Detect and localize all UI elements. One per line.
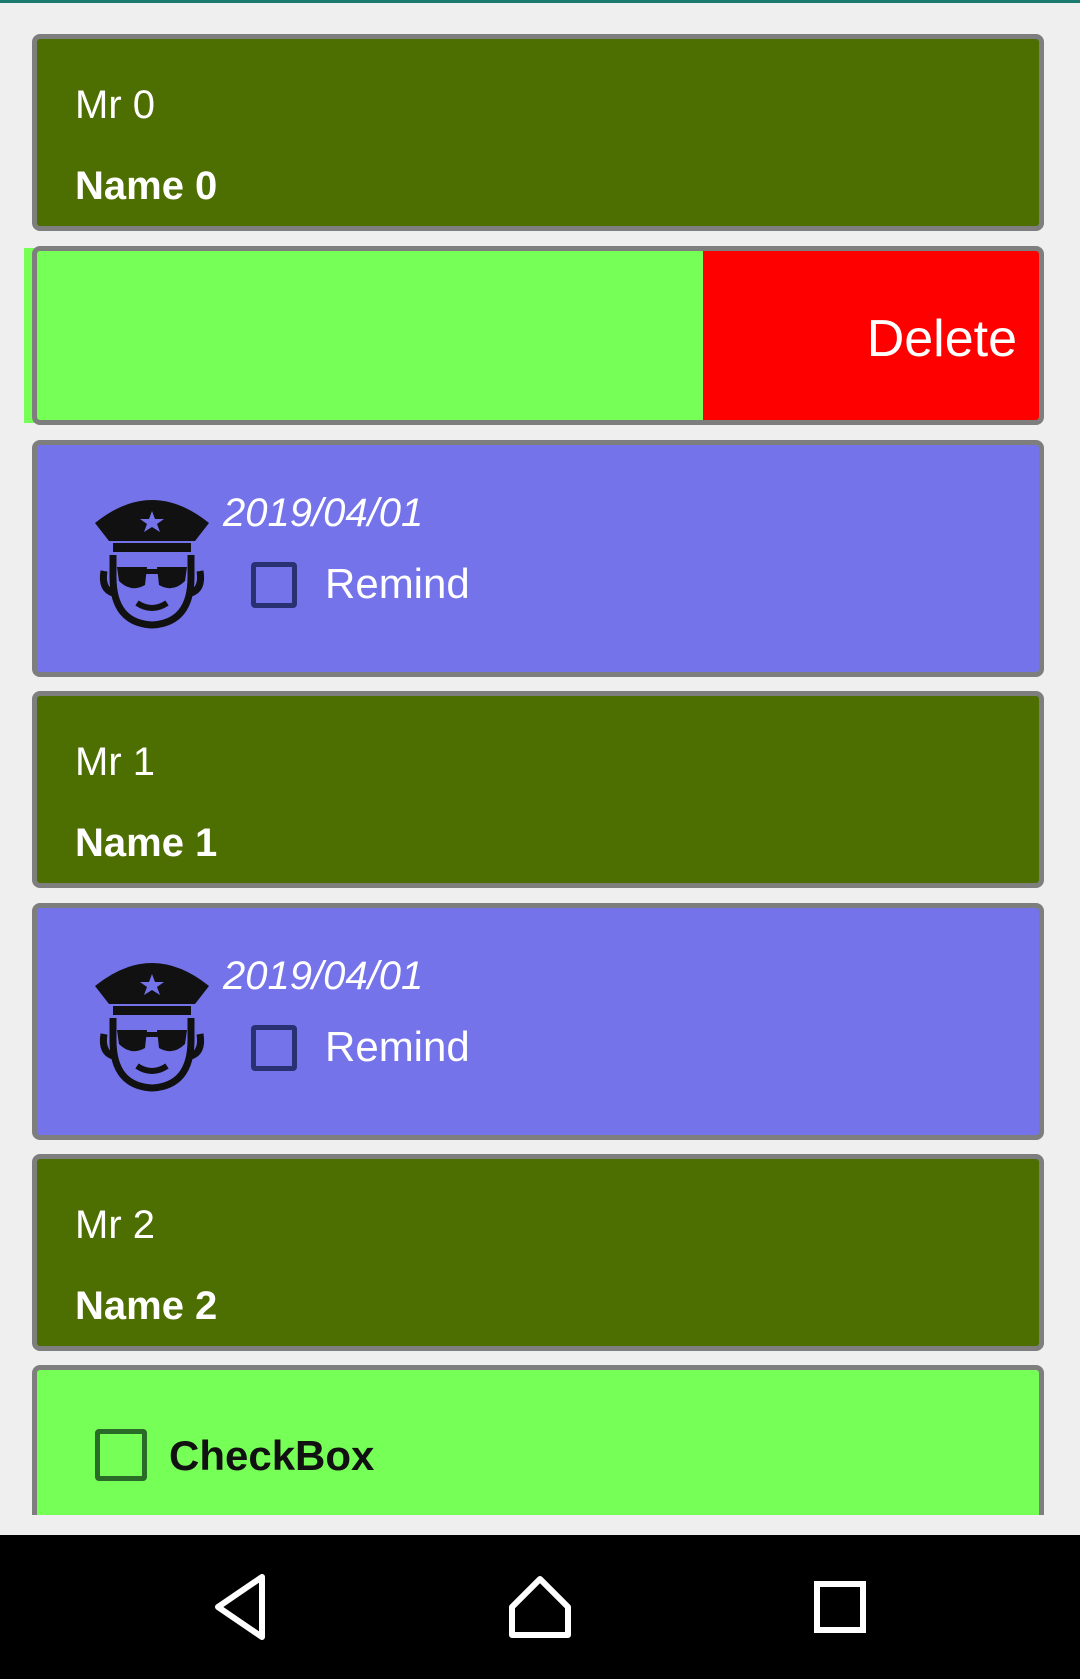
person-title: Mr 2 <box>75 1203 155 1247</box>
person-name: Name 1 <box>75 821 218 865</box>
remind-checkbox[interactable] <box>251 562 297 608</box>
remind-checkbox[interactable] <box>251 1025 297 1071</box>
delete-button[interactable]: Delete <box>703 251 1039 420</box>
home-icon[interactable] <box>500 1567 580 1647</box>
reminder-date: 2019/04/01 <box>223 954 424 998</box>
back-icon[interactable] <box>200 1567 280 1647</box>
list-item-person[interactable]: Mr 0 Name 0 <box>32 34 1044 231</box>
checkbox-label[interactable]: CheckBox <box>169 1432 374 1480</box>
person-title: Mr 1 <box>75 740 155 784</box>
list-item-swiped[interactable]: Delete <box>32 246 1044 425</box>
police-officer-icon <box>95 500 209 629</box>
reminder-date: 2019/04/01 <box>223 491 424 535</box>
list-item-reminder[interactable]: 2019/04/01 Remind <box>32 903 1044 1140</box>
recents-icon[interactable] <box>800 1567 880 1647</box>
list-item-person[interactable]: Mr 2 Name 2 <box>32 1154 1044 1351</box>
list-item-person[interactable]: Mr 1 Name 1 <box>32 691 1044 888</box>
checkbox[interactable] <box>95 1429 147 1481</box>
remind-checkbox-label[interactable]: Remind <box>325 560 470 608</box>
police-officer-icon <box>95 963 209 1092</box>
list-item-reminder[interactable]: 2019/04/01 Remind <box>32 440 1044 677</box>
remind-checkbox-label[interactable]: Remind <box>325 1023 470 1071</box>
person-name: Name 2 <box>75 1284 218 1328</box>
person-title: Mr 0 <box>75 83 155 127</box>
person-name: Name 0 <box>75 164 218 208</box>
top-divider <box>0 0 1080 3</box>
list-item-checkbox[interactable]: CheckBox <box>32 1365 1044 1515</box>
navigation-bar <box>0 1535 1080 1679</box>
delete-label: Delete <box>866 310 1017 368</box>
